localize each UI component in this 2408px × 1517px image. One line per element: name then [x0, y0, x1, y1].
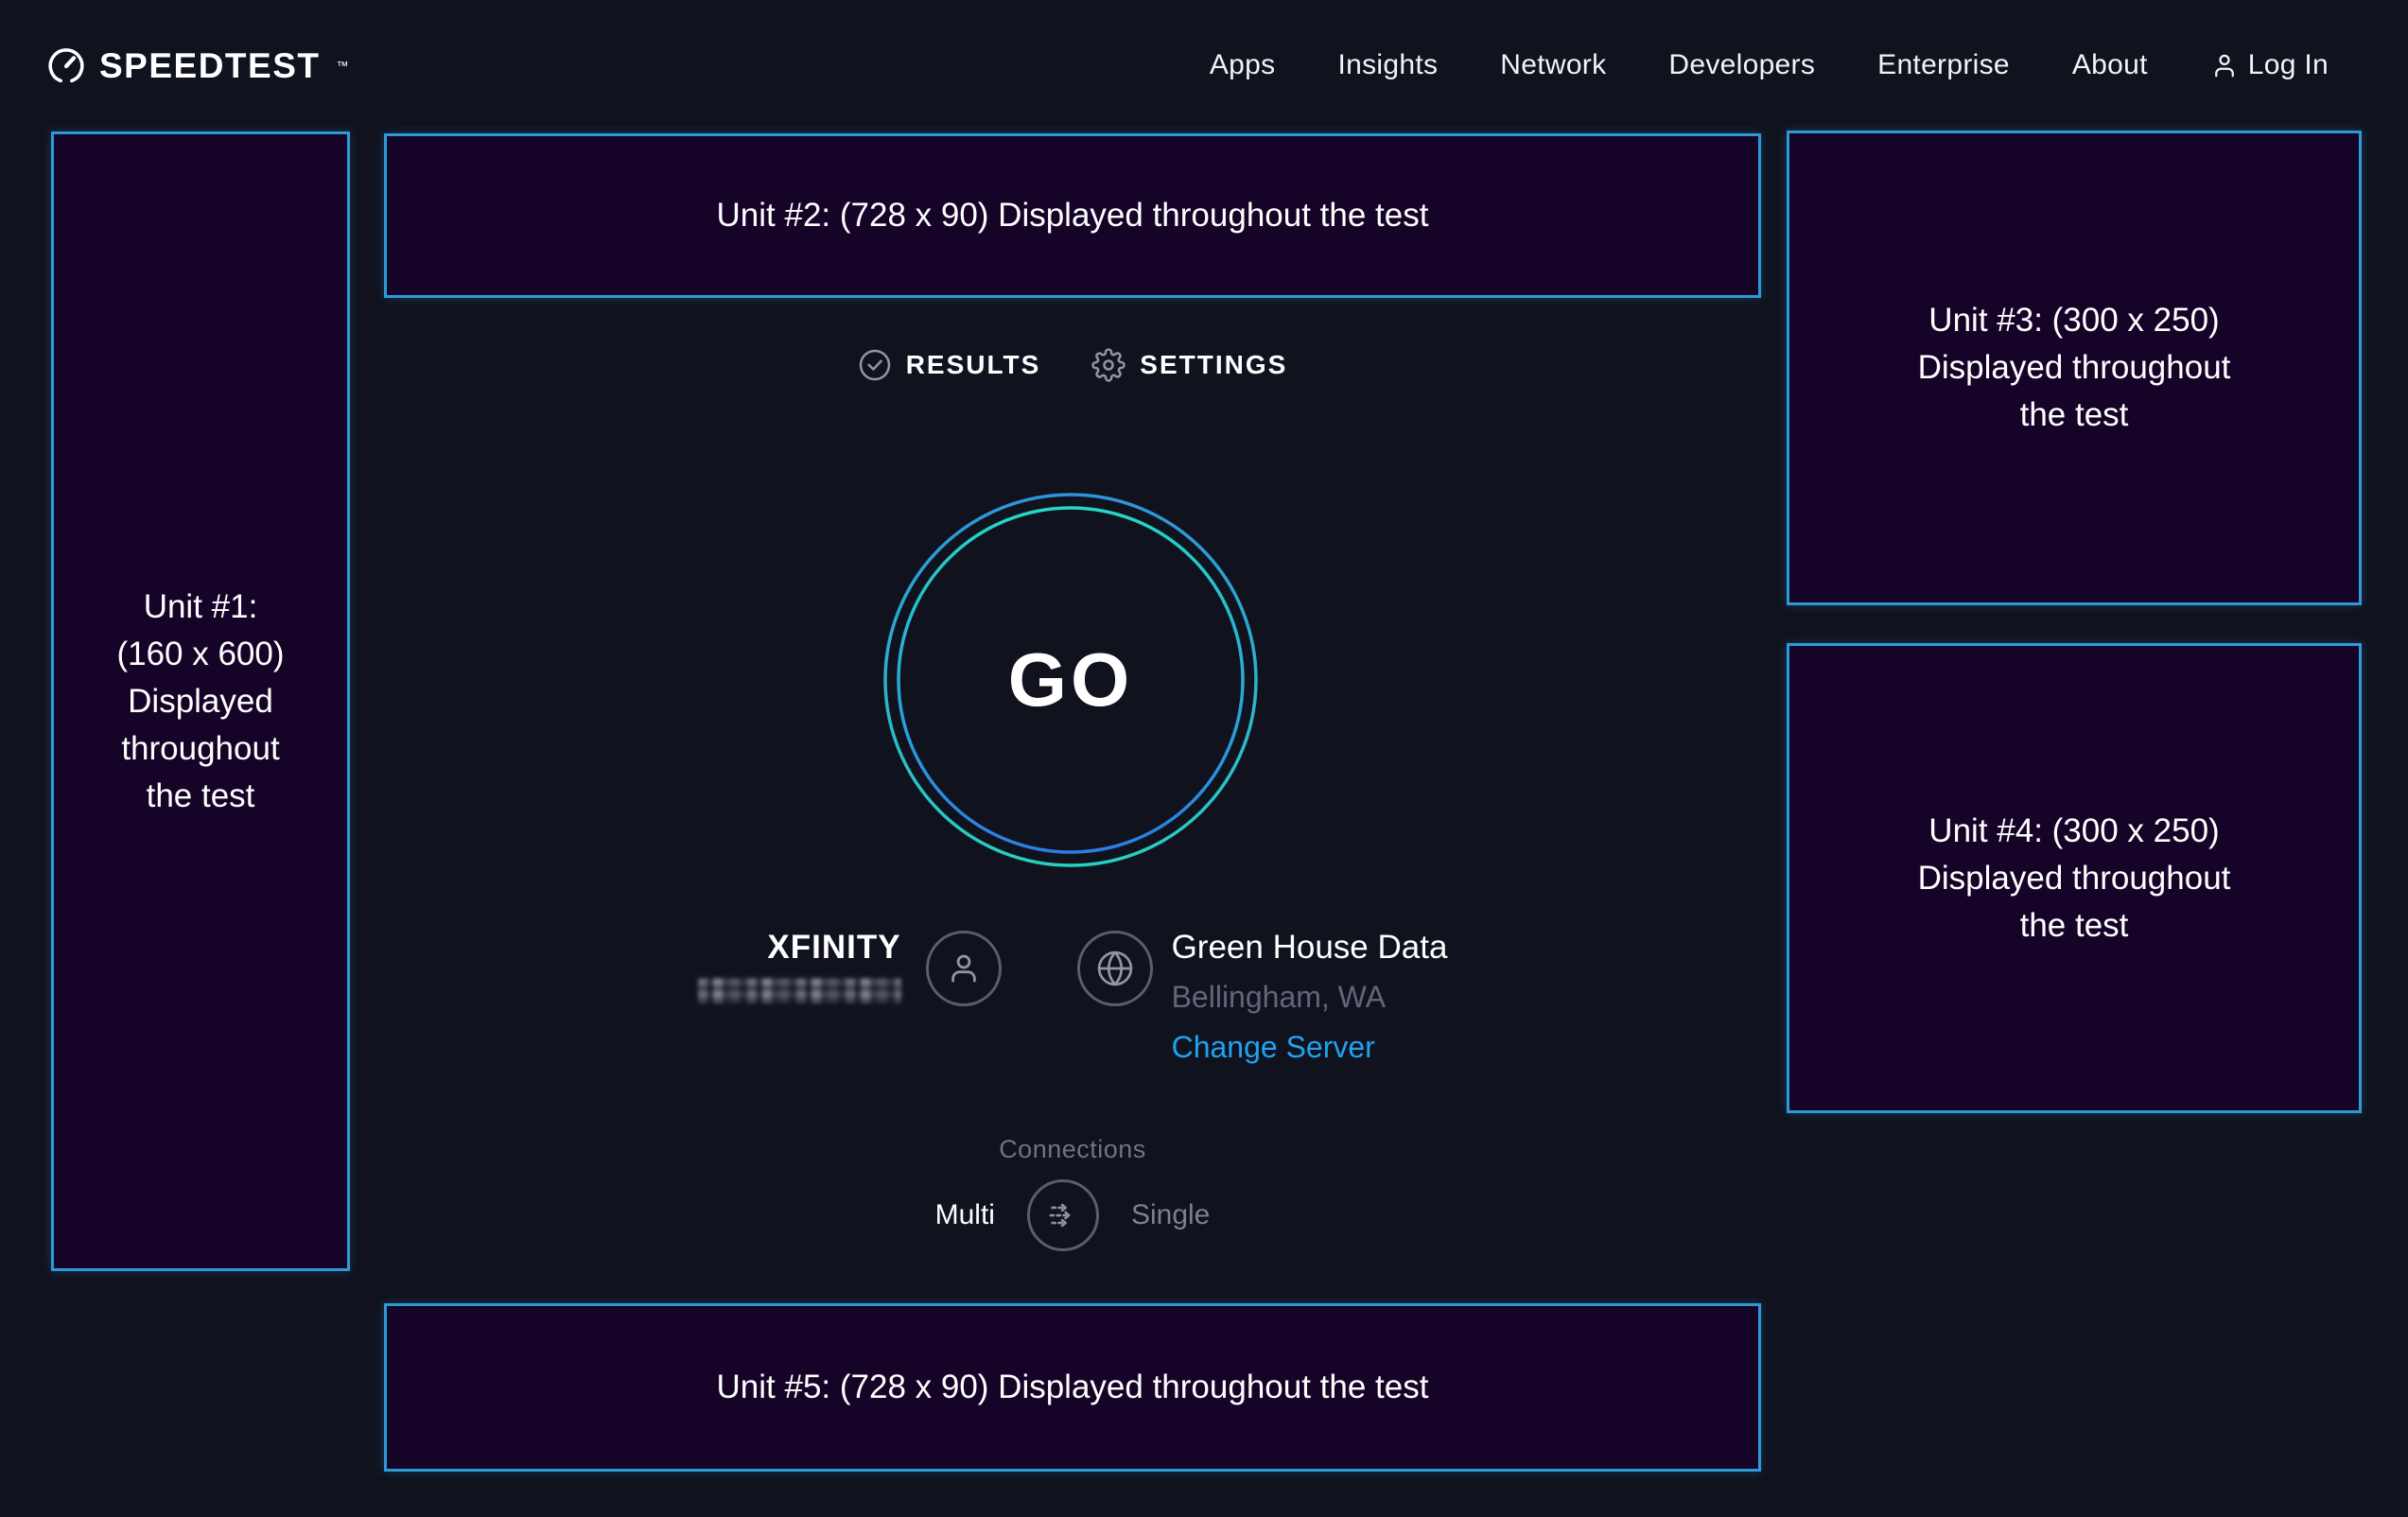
tab-settings[interactable]: SETTINGS	[1091, 348, 1287, 382]
isp-avatar[interactable]	[926, 931, 1002, 1006]
server-globe	[1077, 931, 1153, 1006]
nav-item-enterprise[interactable]: Enterprise	[1877, 49, 2010, 81]
login-label: Log In	[2248, 49, 2329, 81]
nav-item-about[interactable]: About	[2072, 49, 2148, 81]
tab-results[interactable]: RESULTS	[858, 348, 1041, 382]
speedtest-gauge-icon	[46, 45, 86, 85]
change-server-link[interactable]: Change Server	[1172, 1030, 1375, 1065]
ad-unit-5: Unit #5: (728 x 90) Displayed throughout…	[384, 1303, 1761, 1472]
brand-trademark: ™	[337, 59, 349, 73]
check-circle-icon	[858, 348, 892, 382]
redacted-account-text	[698, 978, 901, 1003]
view-tabs: RESULTS SETTINGS	[384, 339, 1761, 392]
connection-info: XFINITY	[384, 919, 1761, 1065]
person-icon	[944, 949, 984, 988]
isp-block: XFINITY	[698, 919, 1002, 1065]
go-button[interactable]: GO	[881, 491, 1260, 869]
server-name: Green House Data	[1172, 929, 1448, 967]
brand-logo[interactable]: SPEEDTEST ™	[46, 45, 349, 85]
ad-unit-2-text: Unit #2: (728 x 90) Displayed throughout…	[717, 192, 1429, 239]
nav-item-apps[interactable]: Apps	[1210, 49, 1276, 81]
connections-multi-label[interactable]: Multi	[935, 1199, 995, 1231]
connection-mode-toggle[interactable]	[1027, 1179, 1099, 1251]
main-nav: Apps Insights Network Developers Enterpr…	[1210, 49, 2329, 81]
connections-single-label[interactable]: Single	[1131, 1199, 1210, 1231]
speedtest-page: SPEEDTEST ™ Apps Insights Network Develop…	[0, 0, 2408, 1517]
ad-unit-3-text: Unit #3: (300 x 250) Displayed throughou…	[1918, 297, 2231, 439]
ad-unit-2: Unit #2: (728 x 90) Displayed throughout…	[384, 133, 1761, 298]
login-link[interactable]: Log In	[2210, 49, 2329, 81]
user-icon	[2210, 51, 2239, 79]
tab-settings-label: SETTINGS	[1140, 350, 1287, 380]
connections-section: Connections Multi S	[384, 1135, 1761, 1251]
multi-arrows-icon	[1043, 1195, 1083, 1235]
go-label: GO	[881, 491, 1260, 869]
ad-unit-4: Unit #4: (300 x 250) Displayed throughou…	[1787, 643, 2362, 1113]
isp-name: XFINITY	[767, 929, 900, 967]
server-block: Green House Data Bellingham, WA Change S…	[1077, 919, 1448, 1065]
globe-icon	[1094, 948, 1136, 989]
ad-unit-3: Unit #3: (300 x 250) Displayed throughou…	[1787, 131, 2362, 605]
gear-icon	[1091, 348, 1125, 382]
connections-label: Connections	[384, 1135, 1761, 1164]
ad-unit-5-text: Unit #5: (728 x 90) Displayed throughout…	[717, 1364, 1429, 1411]
nav-item-insights[interactable]: Insights	[1337, 49, 1438, 81]
nav-item-network[interactable]: Network	[1500, 49, 1606, 81]
tab-results-label: RESULTS	[906, 350, 1041, 380]
ad-unit-4-text: Unit #4: (300 x 250) Displayed throughou…	[1918, 808, 2231, 950]
ad-unit-1-text: Unit #1: (160 x 600) Displayed throughou…	[116, 584, 284, 820]
header: SPEEDTEST ™ Apps Insights Network Develop…	[0, 0, 2408, 131]
brand-name: SPEEDTEST	[99, 48, 321, 83]
nav-item-developers[interactable]: Developers	[1668, 49, 1815, 81]
ad-unit-1: Unit #1: (160 x 600) Displayed throughou…	[51, 131, 350, 1271]
server-location: Bellingham, WA	[1172, 980, 1386, 1015]
